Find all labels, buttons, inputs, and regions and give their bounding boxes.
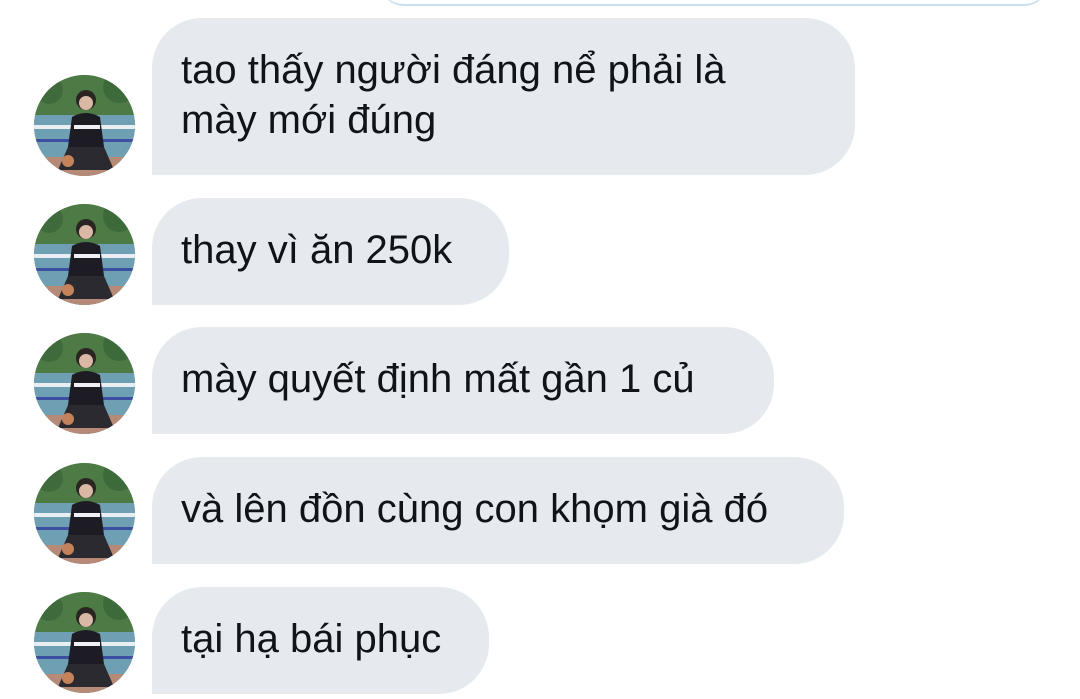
message-text-line: mày mới đúng [181,98,437,142]
message-bubble[interactable]: mày quyết định mất gần 1 củ [152,327,774,434]
avatar[interactable] [34,592,135,693]
user-avatar-icon [34,204,135,305]
message-bubble[interactable]: và lên đồn cùng con khọm già đó [152,457,844,564]
avatar[interactable] [34,463,135,564]
message-bubble[interactable]: tao thấy người đáng nể phải là mày mới đ… [152,18,855,175]
message-text-line: mày quyết định mất gần 1 củ [181,357,695,401]
user-avatar-icon [34,75,135,176]
avatar[interactable] [34,333,135,434]
message-text-line: thay vì ăn 250k [181,228,453,272]
user-avatar-icon [34,333,135,434]
message-text-line: tao thấy người đáng nể phải là [181,48,726,92]
message-text-line: tại hạ bái phục [181,617,442,661]
avatar[interactable] [34,204,135,305]
message-thread: tao thấy người đáng nể phải là mày mới đ… [0,0,1080,699]
user-avatar-icon [34,463,135,564]
avatar[interactable] [34,75,135,176]
user-avatar-icon [34,592,135,693]
message-bubble[interactable]: thay vì ăn 250k [152,198,509,305]
message-text-line: và lên đồn cùng con khọm già đó [181,487,769,531]
message-bubble[interactable]: tại hạ bái phục [152,587,489,694]
